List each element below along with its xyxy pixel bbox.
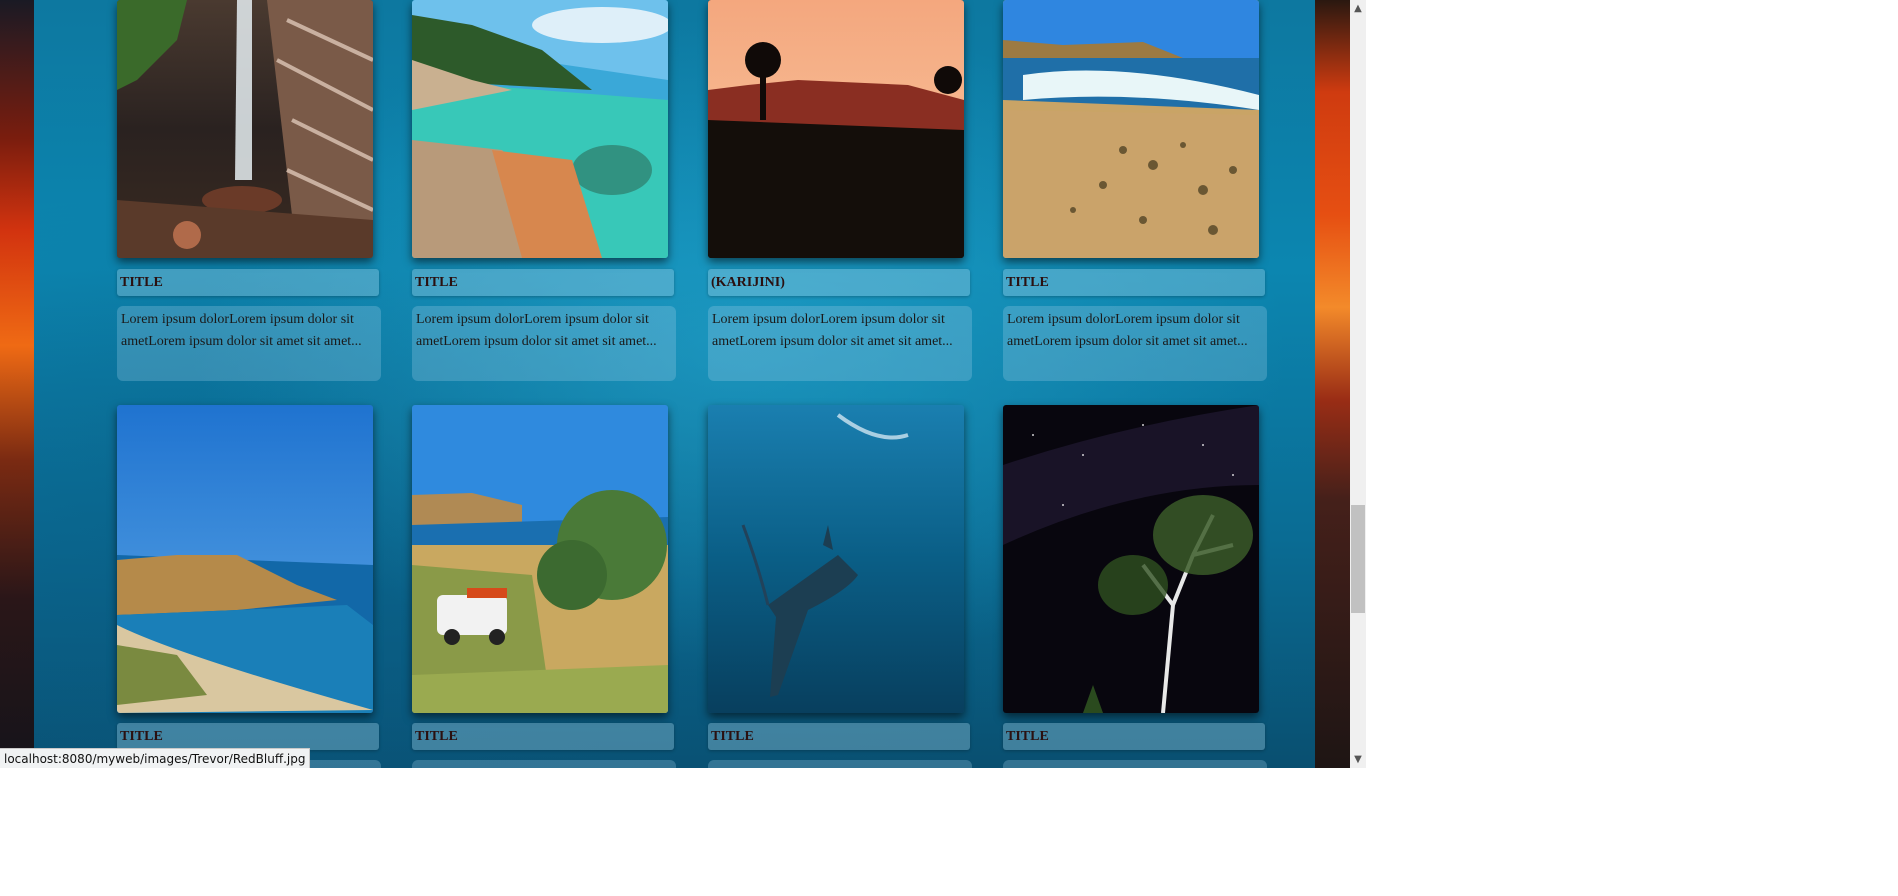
sunset-background-strip	[1315, 0, 1350, 768]
photo-reef-beach-waves[interactable]	[1003, 0, 1259, 258]
photo-red-mesa-sunset[interactable]	[708, 0, 964, 258]
photo-turquoise-bay-rocks[interactable]	[412, 0, 668, 258]
card-description	[412, 760, 676, 768]
card-description: Lorem ipsum dolorLorem ipsum dolor sit a…	[117, 306, 381, 381]
card-title: TITLE	[1003, 723, 1265, 750]
card-description: Lorem ipsum dolorLorem ipsum dolor sit a…	[708, 306, 972, 381]
browser-viewport: TITLE Lorem ipsum dolorLorem ipsum dolor…	[0, 0, 1366, 768]
card-description	[1003, 760, 1267, 768]
card-title: TITLE	[117, 723, 379, 750]
card-title: TITLE	[117, 269, 379, 296]
photo-campsite-4wd[interactable]	[412, 405, 668, 713]
photo-night-sky-trees[interactable]	[1003, 405, 1259, 713]
card-title: (KARIJINI)	[708, 269, 970, 296]
card-description: Lorem ipsum dolorLorem ipsum dolor sit a…	[1003, 306, 1267, 381]
gallery-panel: TITLE Lorem ipsum dolorLorem ipsum dolor…	[34, 0, 1315, 768]
card-title: TITLE	[1003, 269, 1265, 296]
card-description: Lorem ipsum dolorLorem ipsum dolor sit a…	[412, 306, 676, 381]
photo-red-bluff-coast[interactable]	[117, 405, 373, 713]
status-bar-url: localhost:8080/myweb/images/Trevor/RedBl…	[0, 748, 311, 768]
photo-waterfall[interactable]	[117, 0, 373, 258]
card-title: TITLE	[708, 723, 970, 750]
card-title: TITLE	[412, 723, 674, 750]
scroll-down-icon[interactable]: ▼	[1350, 751, 1366, 768]
photo-whale-shark[interactable]	[708, 405, 964, 713]
scroll-up-icon[interactable]: ▲	[1350, 0, 1366, 17]
card-description	[708, 760, 972, 768]
scroll-thumb[interactable]	[1351, 505, 1365, 613]
vertical-scrollbar[interactable]: ▲ ▼	[1350, 0, 1366, 768]
card-title: TITLE	[412, 269, 674, 296]
